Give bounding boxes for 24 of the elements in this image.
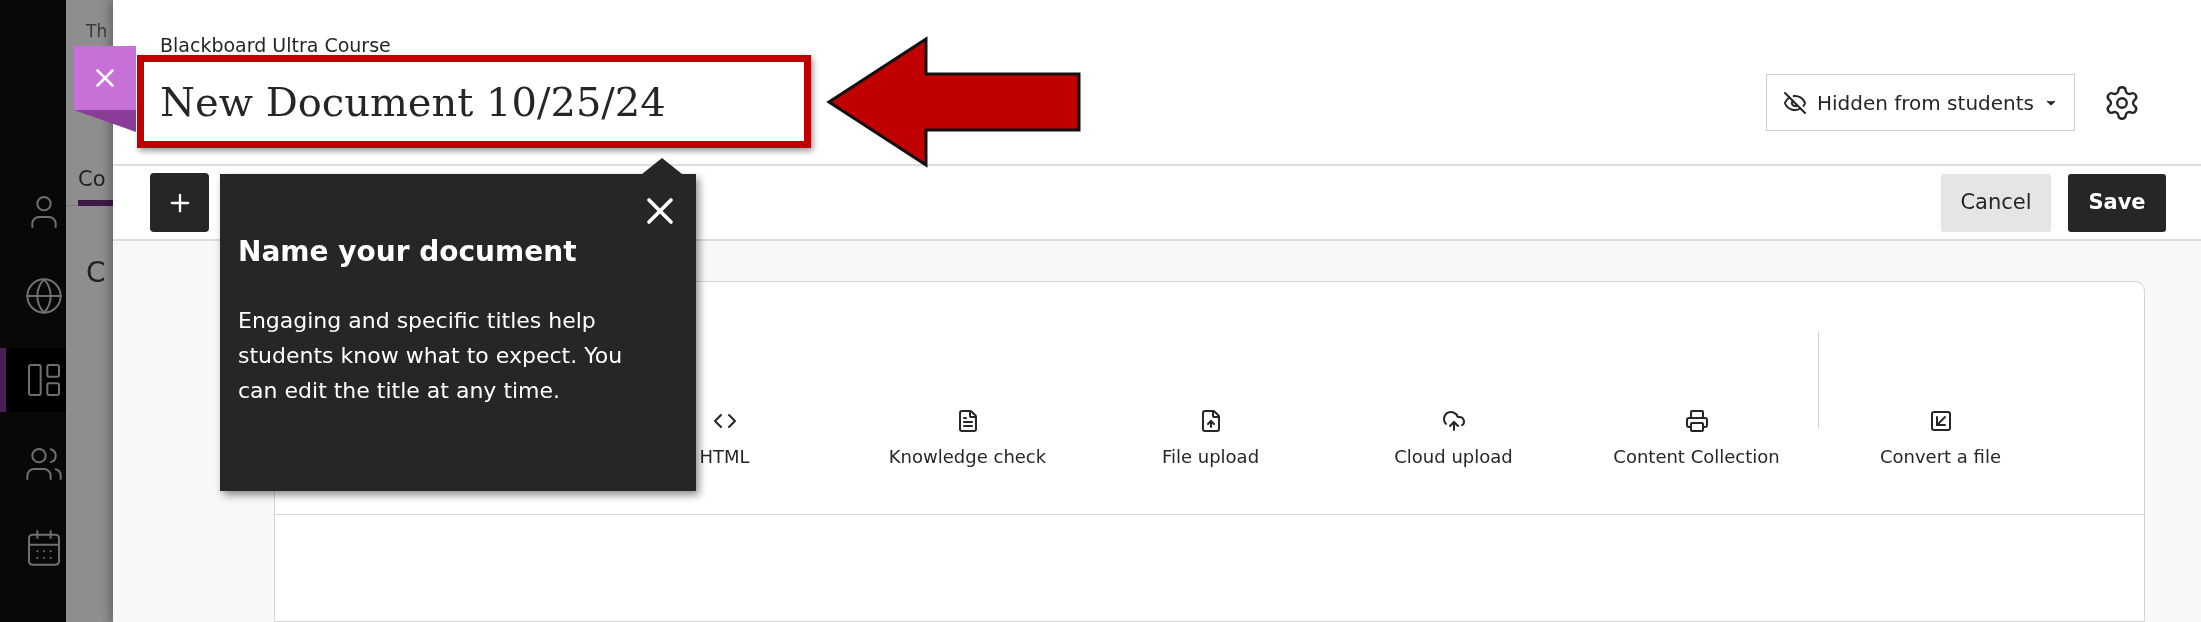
add-button[interactable]	[150, 173, 209, 232]
cloud-upload-icon	[1441, 409, 1466, 433]
cancel-button[interactable]: Cancel	[1941, 173, 2051, 232]
visibility-dropdown[interactable]: Hidden from students	[1765, 74, 2075, 131]
toolbar-button[interactable]: Content Collection	[1575, 409, 1818, 470]
course-name: Blackboard Ultra Course	[160, 36, 392, 55]
nav-item[interactable]	[0, 348, 66, 412]
close-marker[interactable]	[74, 46, 136, 110]
marker-fold-icon	[74, 110, 136, 132]
eye-off-icon	[1782, 90, 1807, 115]
globe-icon	[24, 276, 64, 316]
tooltip-title: Name your document	[238, 234, 578, 269]
toolbar-button[interactable]: HTML	[603, 409, 846, 470]
convert-icon	[1928, 409, 1953, 433]
heading-fragment: C	[86, 255, 107, 291]
toolbar-button[interactable]: Convert a file	[1819, 409, 2062, 470]
printer-icon	[1684, 409, 1709, 433]
toolbar-button[interactable]: Cloud upload	[1332, 409, 1575, 470]
toolbar-button[interactable]: File upload	[1089, 409, 1332, 470]
page-title-fragment: Th	[86, 20, 109, 42]
tooltip-text: Engaging and specific titles help students know what to expect. You can edit the title at any time.	[238, 307, 624, 405]
title-field[interactable]: New Document 10/25/24	[137, 55, 811, 148]
save-button[interactable]: Save	[2068, 173, 2166, 232]
toolbar-button[interactable]: Knowledge check	[846, 409, 1089, 470]
